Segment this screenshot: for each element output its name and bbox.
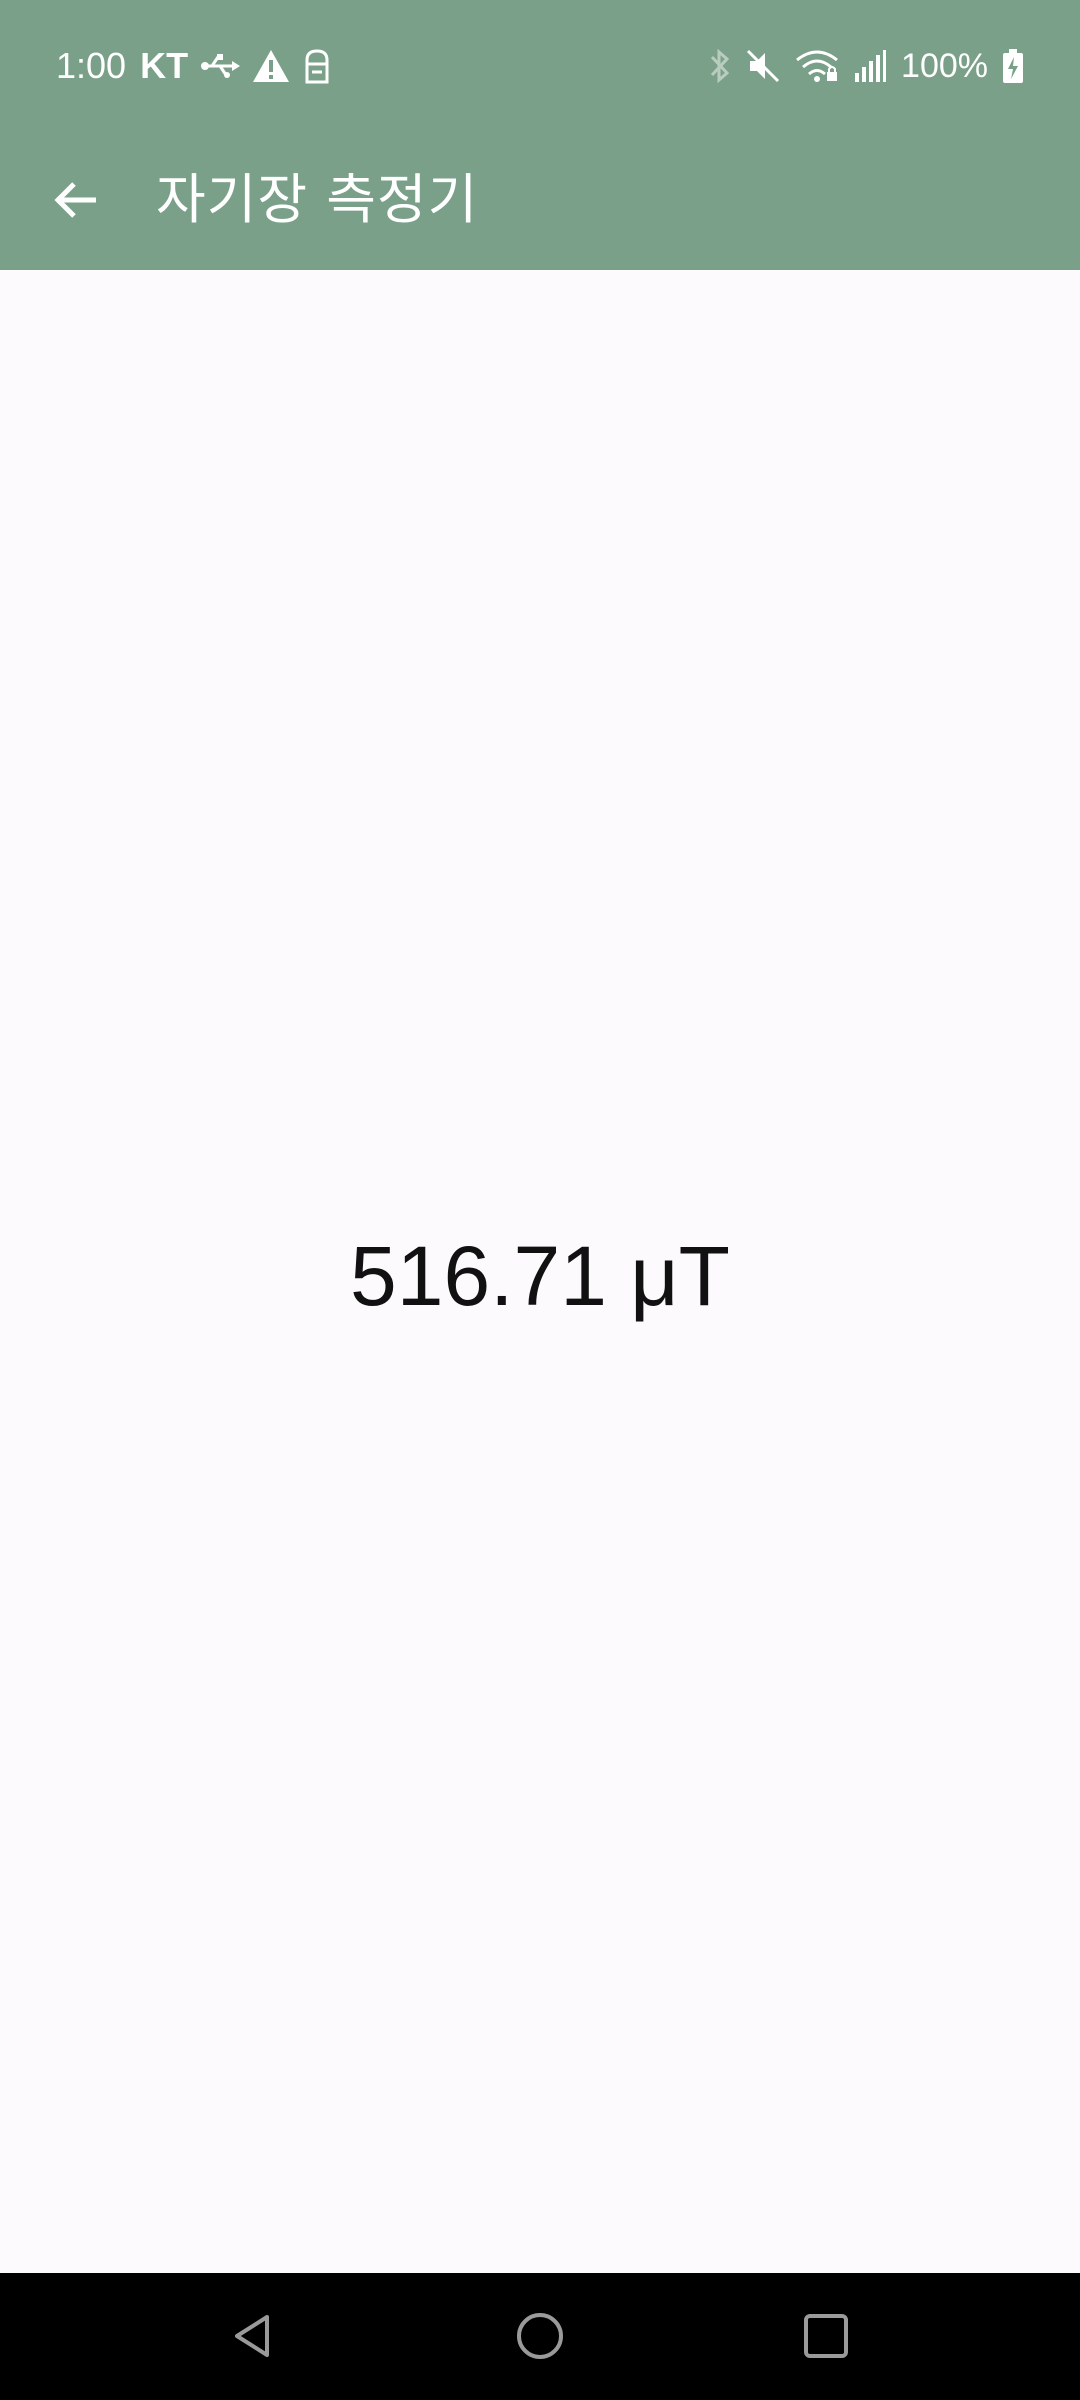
back-triangle-icon [227, 2311, 277, 2361]
home-circle-icon [514, 2310, 566, 2362]
status-right: 100% [709, 40, 1024, 92]
status-time: 1:00 [56, 45, 127, 86]
signal-icon [853, 49, 887, 83]
screen: 1:00 KT 100% 자기장 측정기 516.71 μT [0, 0, 1080, 2400]
status-left: 1:00 KT [56, 40, 332, 92]
app-bar: 자기장 측정기 [0, 130, 1080, 270]
arrow-left-icon [52, 176, 100, 224]
mute-icon [745, 48, 781, 84]
battery-icon [1002, 48, 1024, 84]
warning-icon [252, 49, 290, 83]
usb-icon [200, 51, 241, 81]
nav-back-button[interactable] [207, 2291, 297, 2381]
nav-home-button[interactable] [495, 2291, 585, 2381]
nav-recents-button[interactable] [781, 2291, 871, 2381]
main-content: 516.71 μT [0, 270, 1080, 2273]
status-bar: 1:00 KT 100% [0, 0, 1080, 130]
status-carrier: KT [140, 45, 189, 86]
recents-square-icon [801, 2311, 851, 2361]
ghost-icon [302, 48, 332, 84]
magnetic-field-reading: 516.71 μT [350, 1229, 730, 1323]
battery-percent: 100% [901, 46, 988, 85]
wifi-icon [795, 48, 839, 84]
page-title: 자기장 측정기 [156, 168, 479, 231]
navigation-bar [0, 2273, 1080, 2400]
bluetooth-icon [709, 48, 731, 84]
back-button[interactable] [36, 160, 116, 240]
